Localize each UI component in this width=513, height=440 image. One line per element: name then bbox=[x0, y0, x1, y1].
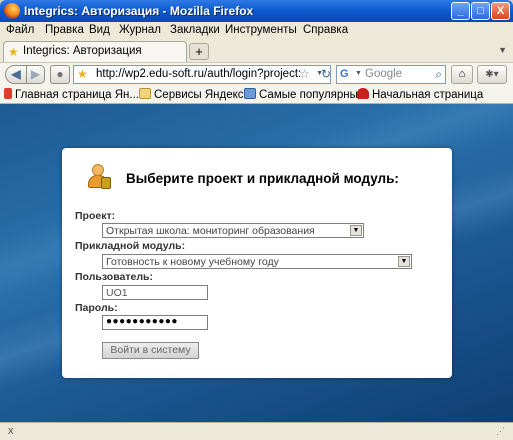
search-icon[interactable]: ⌕ bbox=[435, 67, 442, 82]
chevron-down-icon[interactable]: ▼ bbox=[350, 225, 362, 236]
project-select[interactable]: Открытая школа: мониторинг образования ▼ bbox=[102, 223, 364, 238]
search-engine-dropdown-icon[interactable]: ▼ bbox=[355, 70, 362, 77]
maximize-button[interactable]: □ bbox=[471, 2, 490, 20]
close-button[interactable]: X bbox=[491, 2, 510, 20]
yandex-icon bbox=[4, 88, 12, 99]
smart-bookmark-icon bbox=[244, 88, 256, 99]
tab-bar: ★ Integrics: Авторизация + ▼ bbox=[0, 40, 513, 62]
status-bar: x ⋰ bbox=[0, 422, 513, 440]
page-viewport: Выберите проект и прикладной модуль: Про… bbox=[0, 104, 513, 422]
module-select[interactable]: Готовность к новому учебному году ▼ bbox=[102, 254, 412, 269]
menu-help[interactable]: Справка bbox=[303, 24, 348, 36]
resize-grip-icon[interactable]: ⋰ bbox=[496, 426, 505, 437]
addon-button[interactable]: ✱▾ bbox=[477, 65, 507, 84]
url-text: http://wp2.edu-soft.ru/auth/login?projec… bbox=[96, 68, 302, 80]
folder-icon bbox=[139, 88, 151, 99]
home-button[interactable]: ⌂ bbox=[451, 65, 473, 84]
user-key-icon bbox=[88, 164, 112, 190]
navigation-toolbar: ◀ ▶ ● ★ http://wp2.edu-soft.ru/auth/logi… bbox=[0, 62, 513, 86]
identity-icon[interactable]: ● bbox=[50, 65, 70, 84]
username-input[interactable]: UO1 bbox=[102, 285, 208, 300]
window-titlebar[interactable]: Integrics: Авторизация - Mozilla Firefox… bbox=[0, 0, 513, 22]
tab-label: Integrics: Авторизация bbox=[23, 45, 142, 57]
firefox-logo-icon bbox=[4, 3, 20, 19]
bookmark-start-page[interactable]: Начальная страница bbox=[357, 88, 483, 101]
bookmarks-toolbar: Главная страница Ян... Сервисы Яндекса С… bbox=[0, 86, 513, 104]
bookmark-yandex-services[interactable]: Сервисы Яндекса bbox=[139, 88, 250, 101]
user-label: Пользователь: bbox=[75, 271, 153, 283]
menu-bookmarks[interactable]: Закладки bbox=[170, 24, 220, 36]
project-label: Проект: bbox=[75, 210, 116, 222]
search-bar[interactable]: G ▼ Google ⌕ bbox=[336, 65, 446, 84]
url-bar[interactable]: ★ http://wp2.edu-soft.ru/auth/login?proj… bbox=[73, 65, 331, 84]
menu-history[interactable]: Журнал bbox=[119, 24, 161, 36]
status-close-icon[interactable]: x bbox=[8, 425, 14, 437]
favicon-star-icon: ★ bbox=[8, 45, 19, 59]
bookmark-yandex-home[interactable]: Главная страница Ян... bbox=[4, 88, 139, 101]
menu-view[interactable]: Вид bbox=[89, 24, 110, 36]
password-label: Пароль: bbox=[75, 302, 118, 314]
login-panel: Выберите проект и прикладной модуль: Про… bbox=[62, 148, 452, 378]
search-placeholder: Google bbox=[365, 68, 403, 80]
page-favicon-icon: ★ bbox=[77, 67, 88, 81]
forward-button[interactable]: ▶ bbox=[27, 65, 45, 84]
menu-bar: Файл Правка Вид Журнал Закладки Инструме… bbox=[0, 22, 513, 40]
login-heading: Выберите проект и прикладной модуль: bbox=[126, 171, 399, 186]
bookmark-most-visited[interactable]: Самые популярные bbox=[244, 88, 364, 101]
module-label: Прикладной модуль: bbox=[75, 240, 186, 252]
back-button[interactable]: ◀ bbox=[5, 65, 27, 84]
tab-active[interactable]: ★ Integrics: Авторизация bbox=[3, 41, 187, 62]
new-tab-button[interactable]: + bbox=[189, 43, 209, 60]
password-input[interactable]: ●●●●●●●●●●● bbox=[102, 315, 208, 330]
menu-edit[interactable]: Правка bbox=[45, 24, 84, 36]
reload-icon[interactable]: ↻ bbox=[321, 67, 331, 81]
window-title: Integrics: Авторизация - Mozilla Firefox bbox=[24, 4, 254, 18]
tab-list-arrow-icon[interactable]: ▼ bbox=[498, 45, 507, 55]
login-button[interactable]: Войти в систему bbox=[102, 342, 199, 359]
chevron-down-icon[interactable]: ▼ bbox=[398, 256, 410, 267]
redhat-icon bbox=[357, 88, 369, 99]
bookmark-star-icon[interactable]: ☆ bbox=[299, 67, 310, 81]
google-icon[interactable]: G bbox=[340, 68, 353, 81]
menu-file[interactable]: Файл bbox=[6, 24, 34, 36]
minimize-button[interactable]: _ bbox=[451, 2, 470, 20]
menu-tools[interactable]: Инструменты bbox=[225, 24, 297, 36]
